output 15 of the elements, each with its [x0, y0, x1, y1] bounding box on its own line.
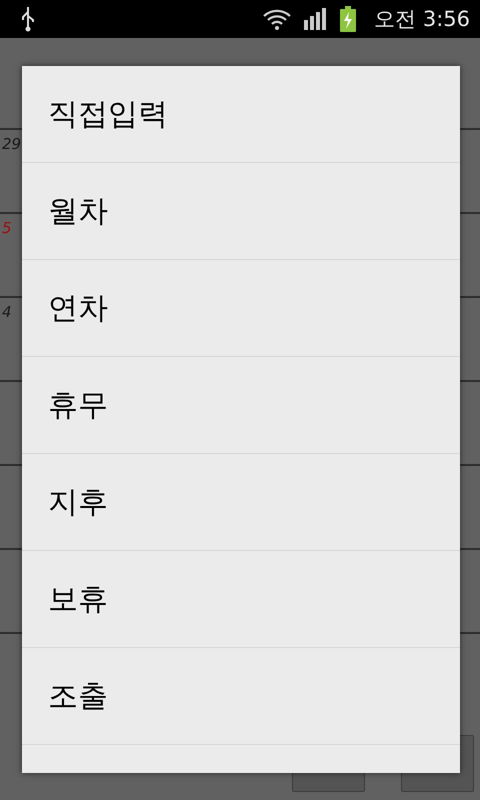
- usb-icon: [20, 6, 36, 32]
- option-item[interactable]: 월차: [22, 163, 460, 260]
- calendar-day-number: 4: [2, 303, 12, 321]
- calendar-day-number: 29: [2, 135, 22, 153]
- wifi-icon: [262, 7, 292, 31]
- option-item[interactable]: 직접입력: [22, 66, 460, 163]
- option-item[interactable]: 휴무: [22, 357, 460, 454]
- option-item[interactable]: 지후: [22, 454, 460, 551]
- battery-charging-icon: [340, 6, 356, 32]
- status-time: 오전 3:56: [374, 6, 470, 33]
- signal-icon: [304, 8, 328, 30]
- option-item[interactable]: 보휴: [22, 551, 460, 648]
- option-item[interactable]: 조출: [22, 648, 460, 745]
- option-item[interactable]: 연차: [22, 260, 460, 357]
- calendar-day-number: 5: [2, 219, 12, 237]
